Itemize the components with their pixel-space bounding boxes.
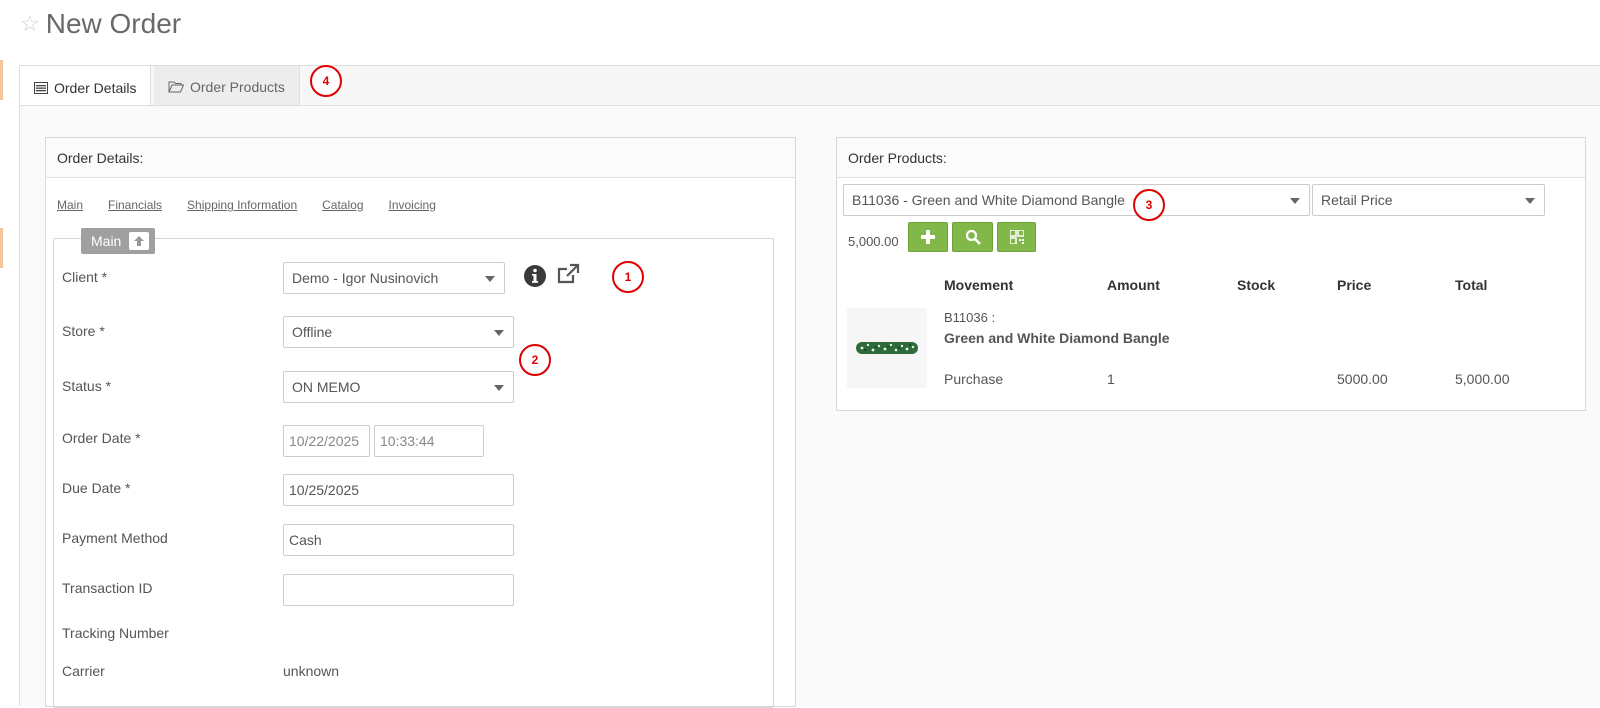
store-value: Offline xyxy=(292,324,333,340)
movement-cell: Purchase xyxy=(944,371,1004,387)
payment-method-label: Payment Method xyxy=(62,530,168,546)
due-date-input[interactable]: 10/25/2025 xyxy=(283,474,514,506)
status-label: Status * xyxy=(62,378,112,394)
add-product-button[interactable] xyxy=(908,222,948,252)
column-header-amount: Amount xyxy=(1107,277,1160,293)
edge-marker xyxy=(0,228,3,268)
plus-icon xyxy=(921,230,935,244)
order-time-value: 10:33:44 xyxy=(380,433,435,449)
column-header-total: Total xyxy=(1455,277,1488,293)
chevron-down-icon xyxy=(1290,198,1300,204)
carrier-label: Carrier xyxy=(62,663,105,679)
arrow-up-icon xyxy=(129,232,150,250)
link-catalog[interactable]: Catalog xyxy=(322,198,363,212)
chevron-down-icon xyxy=(494,385,504,391)
tab-label: Order Products xyxy=(190,79,285,95)
tab-order-details[interactable]: Order Details xyxy=(20,66,152,109)
tab-label: Order Details xyxy=(54,79,137,96)
panel-title: Order Products: xyxy=(837,138,1585,178)
panel-title: Order Details: xyxy=(46,138,795,178)
order-date-value: 10/22/2025 xyxy=(289,433,360,449)
annotation-marker: 4 xyxy=(310,65,342,97)
product-name: Green and White Diamond Bangle xyxy=(944,330,1170,346)
price-type-select[interactable]: Retail Price xyxy=(1312,184,1545,216)
order-date-label: Order Date * xyxy=(62,430,141,446)
column-header-movement: Movement xyxy=(944,277,1014,293)
barcode-scan-button[interactable] xyxy=(997,222,1036,252)
link-shipping-information[interactable]: Shipping Information xyxy=(187,198,297,212)
transaction-id-input[interactable] xyxy=(283,574,514,606)
order-products-panel: Order Products: B11036 - Green and White… xyxy=(836,137,1586,411)
product-select[interactable]: B11036 - Green and White Diamond Bangle xyxy=(843,184,1310,216)
tab-order-products[interactable]: Order Products xyxy=(154,66,300,108)
transaction-id-label: Transaction ID xyxy=(62,580,153,596)
column-header-price: Price xyxy=(1337,277,1372,293)
link-main[interactable]: Main xyxy=(57,198,83,212)
column-header-stock: Stock xyxy=(1237,277,1276,293)
edge-marker xyxy=(0,60,3,100)
list-icon xyxy=(34,81,48,94)
barcode-icon xyxy=(1009,230,1024,244)
store-select[interactable]: Offline xyxy=(283,316,514,348)
chevron-down-icon xyxy=(1525,198,1535,204)
section-links: Main Financials Shipping Information Cat… xyxy=(57,198,436,212)
page-header: ☆ New Order xyxy=(20,8,181,40)
payment-method-input[interactable]: Cash xyxy=(283,524,514,556)
due-date-value: 10/25/2025 xyxy=(289,482,360,498)
product-image xyxy=(847,308,927,388)
amount-cell: 1 xyxy=(1107,371,1115,387)
payment-method-value: Cash xyxy=(289,532,322,548)
toggle-label: Main xyxy=(91,233,122,249)
total-cell: 5,000.00 xyxy=(1455,371,1510,387)
tab-bar: Order Details Order Products xyxy=(19,65,1600,109)
due-date-label: Due Date * xyxy=(62,480,131,496)
page-title: New Order xyxy=(45,8,182,39)
product-code: B11036 : xyxy=(944,310,996,325)
price-cell: 5000.00 xyxy=(1337,371,1388,387)
annotation-marker: 3 xyxy=(1133,189,1165,221)
client-value: Demo - Igor Nusinovich xyxy=(292,270,439,286)
order-details-panel: Order Details: Main Financials Shipping … xyxy=(45,137,796,708)
tracking-number-label: Tracking Number xyxy=(62,625,169,641)
link-financials[interactable]: Financials xyxy=(108,198,162,212)
external-link-icon[interactable] xyxy=(556,263,580,290)
main-section-toggle[interactable]: Main xyxy=(81,228,156,254)
carrier-value: unknown xyxy=(283,663,340,679)
chevron-down-icon xyxy=(494,330,504,336)
link-invoicing[interactable]: Invoicing xyxy=(389,198,436,212)
store-label: Store * xyxy=(62,323,105,339)
status-select[interactable]: ON MEMO xyxy=(283,371,514,403)
chevron-down-icon xyxy=(485,276,495,282)
client-select[interactable]: Demo - Igor Nusinovich xyxy=(283,262,505,294)
price-type-value: Retail Price xyxy=(1321,192,1393,208)
product-select-value: B11036 - Green and White Diamond Bangle xyxy=(852,192,1125,208)
table-row: B11036 : Green and White Diamond Bangle … xyxy=(837,305,1585,395)
star-icon[interactable]: ☆ xyxy=(20,11,40,37)
folder-open-icon xyxy=(168,81,184,93)
search-icon xyxy=(965,229,981,245)
subtotal-value: 5,000.00 xyxy=(848,234,899,249)
annotation-marker: 2 xyxy=(519,344,551,376)
order-time-input[interactable]: 10:33:44 xyxy=(374,425,484,457)
search-product-button[interactable] xyxy=(952,222,993,252)
annotation-marker: 1 xyxy=(612,261,644,293)
status-value: ON MEMO xyxy=(292,379,361,395)
client-label: Client * xyxy=(62,269,108,285)
info-icon[interactable] xyxy=(523,264,547,293)
order-date-input[interactable]: 10/22/2025 xyxy=(283,425,370,457)
